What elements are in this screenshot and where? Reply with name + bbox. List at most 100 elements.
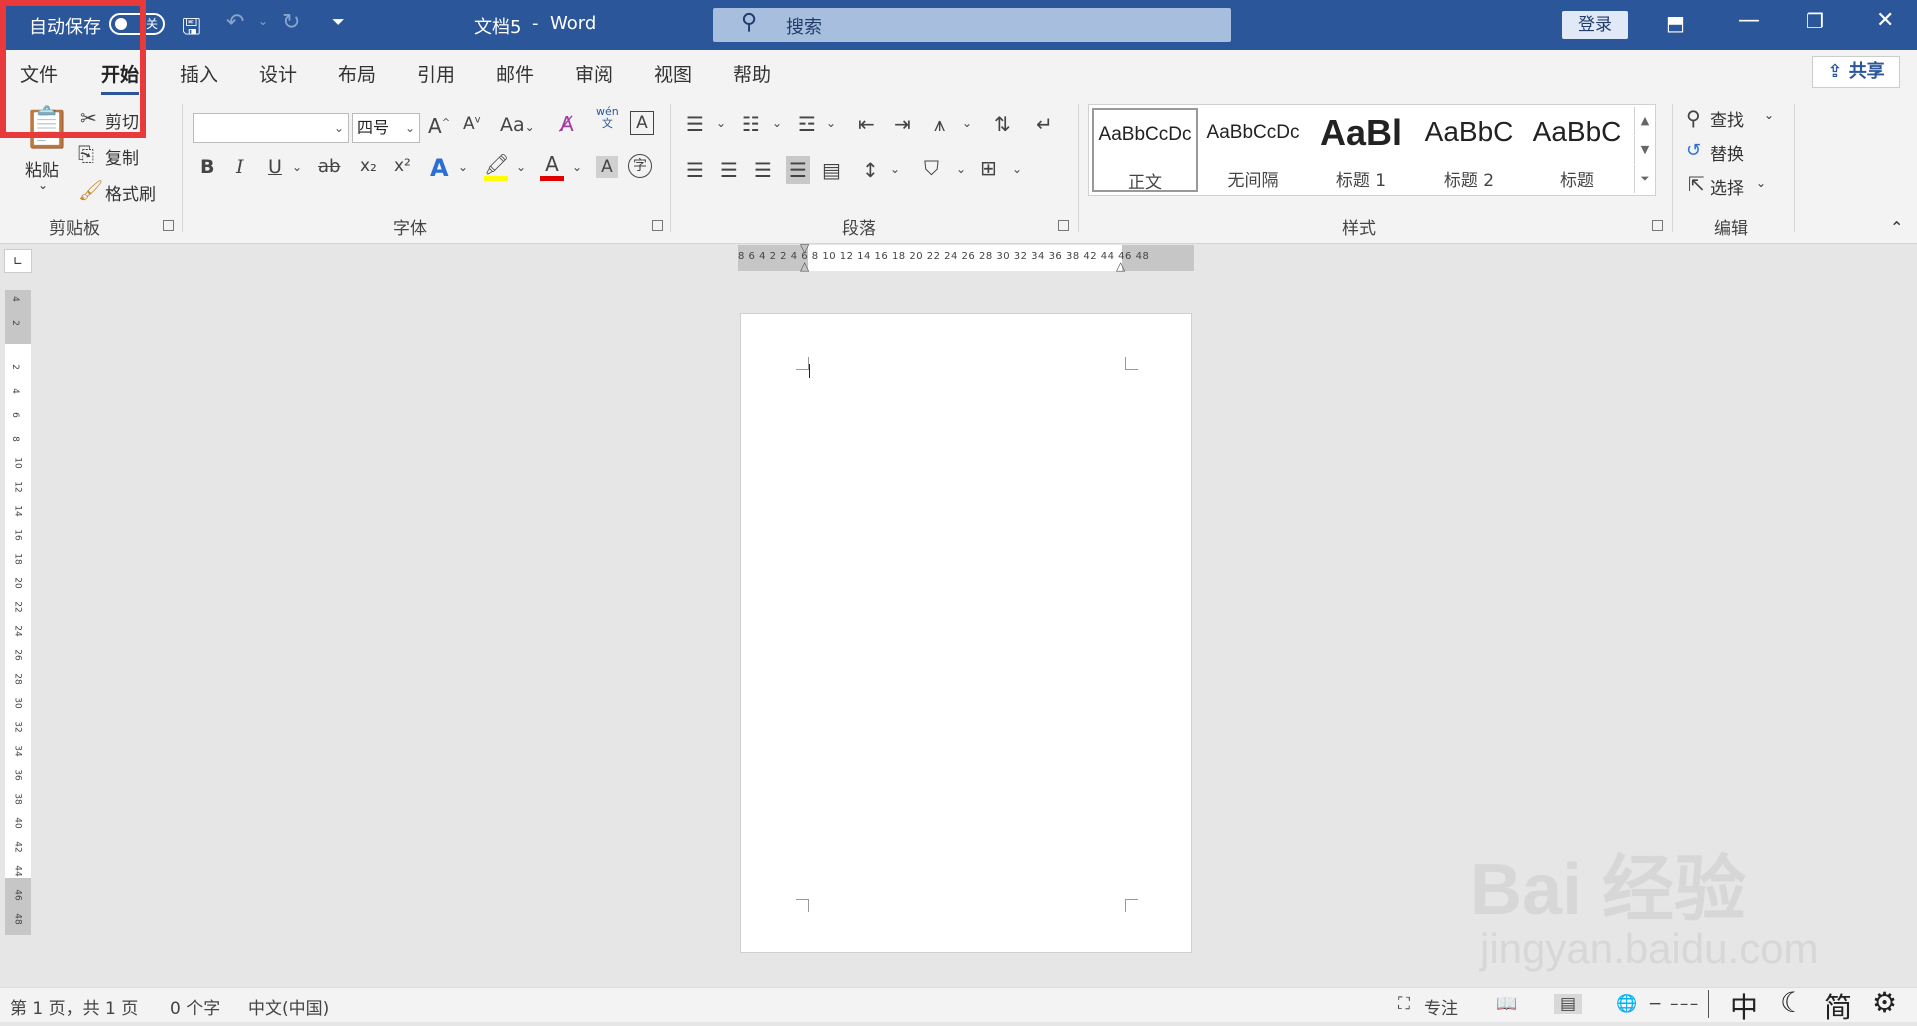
- text-effects-dropdown-icon[interactable]: ⌄: [458, 160, 468, 174]
- borders-icon[interactable]: ⊞: [980, 156, 997, 180]
- search-box[interactable]: ⚲ 搜索: [713, 8, 1231, 42]
- copy-icon[interactable]: ⎘: [78, 142, 94, 166]
- first-line-indent-icon[interactable]: ▽: [800, 241, 809, 255]
- document-page[interactable]: [740, 313, 1192, 953]
- numbering-icon[interactable]: ☷: [742, 112, 760, 136]
- show-marks-icon[interactable]: ↵: [1036, 112, 1053, 136]
- select-dropdown-icon[interactable]: ⌄: [1756, 176, 1766, 190]
- ribbon-display-options-icon[interactable]: ⬒: [1666, 11, 1685, 35]
- decrease-indent-icon[interactable]: ⇤: [858, 112, 875, 136]
- page-count[interactable]: 第 1 页，共 1 页: [10, 994, 138, 1019]
- print-layout-icon[interactable]: ▤: [1554, 994, 1583, 1014]
- chinese-layout-icon[interactable]: ⩚: [934, 112, 945, 136]
- web-layout-icon[interactable]: 🌐: [1616, 994, 1637, 1014]
- find-button[interactable]: 查找: [1710, 106, 1744, 131]
- font-launcher-icon[interactable]: [652, 220, 663, 231]
- tab-design[interactable]: 设计: [259, 60, 297, 87]
- tab-references[interactable]: 引用: [417, 60, 455, 87]
- font-color-icon[interactable]: A: [540, 152, 564, 181]
- ime-language[interactable]: 中: [1730, 986, 1758, 1026]
- close-icon[interactable]: ✕: [1876, 8, 1894, 33]
- style-title[interactable]: AaBbC 标题: [1524, 108, 1630, 192]
- focus-icon[interactable]: ⛶: [1398, 994, 1410, 1014]
- ime-mode[interactable]: 简: [1824, 986, 1852, 1026]
- grow-font-icon[interactable]: A^: [428, 114, 450, 138]
- share-button[interactable]: ⇪ 共享: [1812, 56, 1900, 88]
- tab-help[interactable]: 帮助: [733, 60, 771, 87]
- borders-dropdown-icon[interactable]: ⌄: [1012, 162, 1022, 176]
- language-status[interactable]: 中文(中国): [248, 994, 329, 1019]
- line-spacing-icon[interactable]: ↕: [862, 158, 879, 182]
- format-painter-icon[interactable]: 🖌: [78, 178, 103, 202]
- replace-button[interactable]: 替换: [1710, 140, 1744, 165]
- font-name-combo[interactable]: ⌄: [193, 113, 349, 143]
- horizontal-ruler[interactable]: 8 6 4 2 2 4 6 8 10 12 14 16 18 20 22 24 …: [738, 241, 1194, 273]
- shading-dropdown-icon[interactable]: ⌄: [956, 162, 966, 176]
- align-right-icon[interactable]: ☰: [754, 158, 772, 182]
- copy-button[interactable]: 复制: [105, 144, 139, 169]
- chinese-layout-dropdown-icon[interactable]: ⌄: [962, 116, 972, 130]
- zoom-slider[interactable]: – – –: [1670, 994, 1698, 1014]
- justify-icon[interactable]: ☰: [786, 156, 810, 184]
- bullets-dropdown-icon[interactable]: ⌄: [716, 116, 726, 130]
- tab-selector-icon[interactable]: ∟: [4, 249, 32, 273]
- bullets-icon[interactable]: ☰: [686, 112, 704, 136]
- styles-scroll-up-icon[interactable]: ▲: [1634, 107, 1655, 135]
- replace-icon[interactable]: ↺: [1686, 140, 1701, 161]
- underline-dropdown-icon[interactable]: ⌄: [292, 160, 302, 174]
- find-icon[interactable]: ⚲: [1686, 106, 1701, 130]
- clipboard-launcher-icon[interactable]: [163, 220, 174, 231]
- character-shading-icon[interactable]: A: [596, 156, 618, 178]
- paragraph-launcher-icon[interactable]: [1058, 220, 1069, 231]
- clear-formatting-icon[interactable]: A̸: [560, 112, 574, 136]
- customize-qat-icon[interactable]: ⏷: [332, 12, 345, 32]
- word-count[interactable]: 0 个字: [170, 994, 220, 1019]
- styles-more-icon[interactable]: ⏷: [1634, 165, 1655, 193]
- style-heading-1[interactable]: AaBl 标题 1: [1308, 108, 1414, 192]
- subscript-button[interactable]: x₂: [360, 156, 377, 176]
- enclose-characters-icon[interactable]: 字: [628, 154, 652, 178]
- undo-dropdown-icon[interactable]: ⌄: [258, 14, 268, 28]
- highlight-color-icon[interactable]: 🖍: [484, 152, 509, 181]
- align-left-icon[interactable]: ☰: [686, 158, 704, 182]
- numbering-dropdown-icon[interactable]: ⌄: [772, 116, 782, 130]
- right-indent-icon[interactable]: △: [1116, 259, 1125, 273]
- font-color-dropdown-icon[interactable]: ⌄: [572, 160, 582, 174]
- tab-insert[interactable]: 插入: [180, 60, 218, 87]
- multilevel-dropdown-icon[interactable]: ⌄: [826, 116, 836, 130]
- style-normal[interactable]: AaBbCcDc 正文: [1092, 108, 1198, 192]
- select-icon[interactable]: ⇱: [1688, 172, 1705, 196]
- minimize-icon[interactable]: —: [1738, 8, 1760, 33]
- paste-dropdown-icon[interactable]: ⌄: [38, 178, 48, 192]
- save-icon[interactable]: 🖫: [182, 10, 201, 48]
- find-dropdown-icon[interactable]: ⌄: [1764, 108, 1774, 122]
- focus-mode[interactable]: 专注: [1424, 994, 1458, 1019]
- style-no-spacing[interactable]: AaBbCcDc 无间隔: [1200, 108, 1306, 192]
- undo-icon[interactable]: ↶: [226, 10, 244, 35]
- underline-button[interactable]: U: [268, 156, 282, 178]
- format-painter-button[interactable]: 格式刷: [105, 180, 156, 205]
- text-effects-icon[interactable]: A: [430, 154, 449, 182]
- left-indent-icon[interactable]: △: [800, 259, 809, 273]
- tab-view[interactable]: 视图: [654, 60, 692, 87]
- font-size-combo[interactable]: 四号 ⌄: [352, 113, 420, 143]
- bold-button[interactable]: B: [200, 156, 214, 178]
- line-spacing-dropdown-icon[interactable]: ⌄: [890, 162, 900, 176]
- tab-mailings[interactable]: 邮件: [496, 60, 534, 87]
- collapse-ribbon-icon[interactable]: ⌃: [1890, 218, 1903, 237]
- tab-review[interactable]: 审阅: [575, 60, 613, 87]
- phonetic-guide-icon[interactable]: wén 文: [596, 106, 619, 130]
- increase-indent-icon[interactable]: ⇥: [894, 112, 911, 136]
- change-case-icon[interactable]: Aa⌄: [500, 114, 535, 136]
- superscript-button[interactable]: x²: [394, 156, 411, 176]
- style-heading-2[interactable]: AaBbC 标题 2: [1416, 108, 1522, 192]
- restore-icon[interactable]: ❐: [1806, 9, 1824, 33]
- character-border-icon[interactable]: A: [630, 111, 654, 135]
- multilevel-list-icon[interactable]: ☲: [798, 112, 816, 136]
- highlight-dropdown-icon[interactable]: ⌄: [516, 160, 526, 174]
- align-center-icon[interactable]: ☰: [720, 158, 738, 182]
- styles-launcher-icon[interactable]: [1652, 220, 1663, 231]
- styles-scroll-down-icon[interactable]: ▼: [1634, 136, 1655, 164]
- zoom-out-icon[interactable]: −: [1648, 994, 1662, 1014]
- shading-icon[interactable]: ⛉: [924, 156, 939, 180]
